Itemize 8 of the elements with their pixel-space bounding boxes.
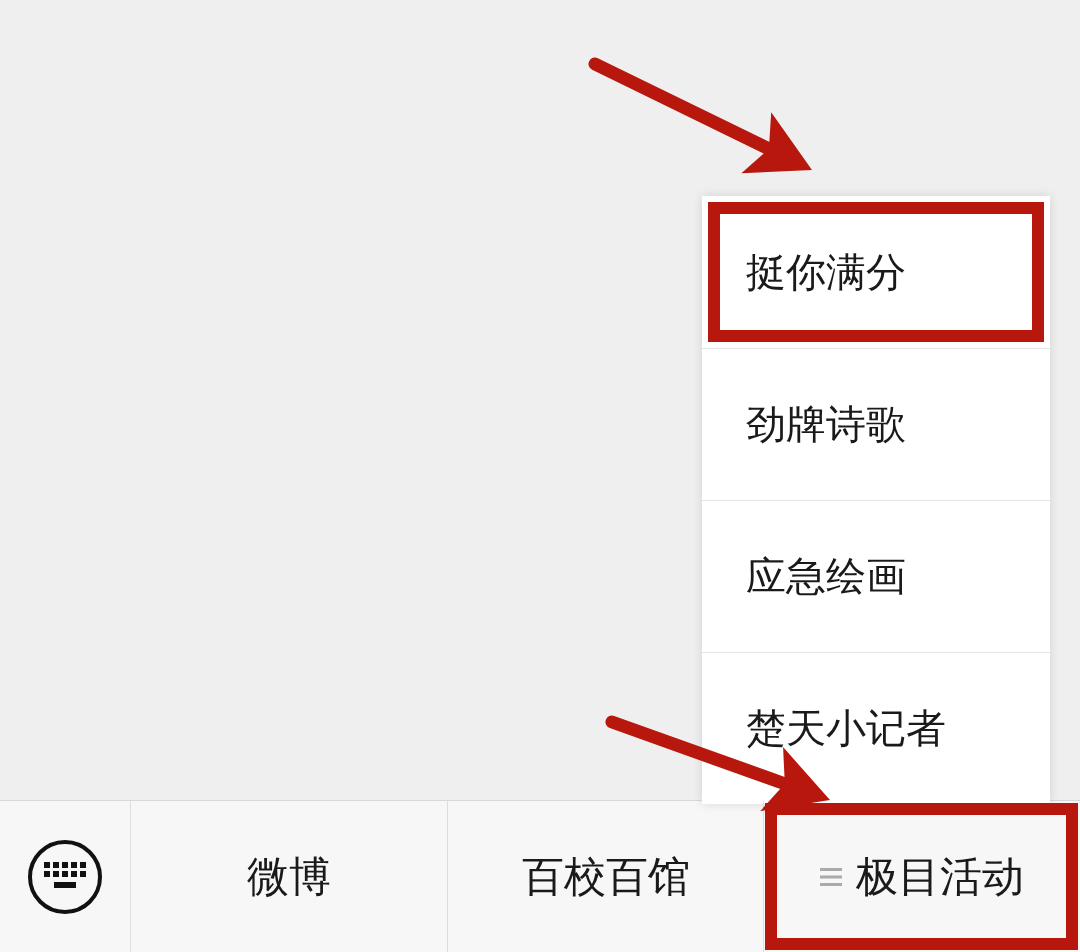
menu-tab[interactable]: 极目活动 (763, 801, 1080, 952)
menu-item[interactable]: 应急绘画 (702, 500, 1050, 652)
menu-lines-icon (820, 866, 843, 887)
menu-tab[interactable]: 微博 (130, 801, 447, 952)
menu-item[interactable]: 劲牌诗歌 (702, 348, 1050, 500)
keyboard-icon[interactable] (28, 839, 102, 914)
menu-tab[interactable]: 百校百馆 (446, 801, 764, 952)
menu-item[interactable]: 挺你满分 (702, 196, 1050, 348)
